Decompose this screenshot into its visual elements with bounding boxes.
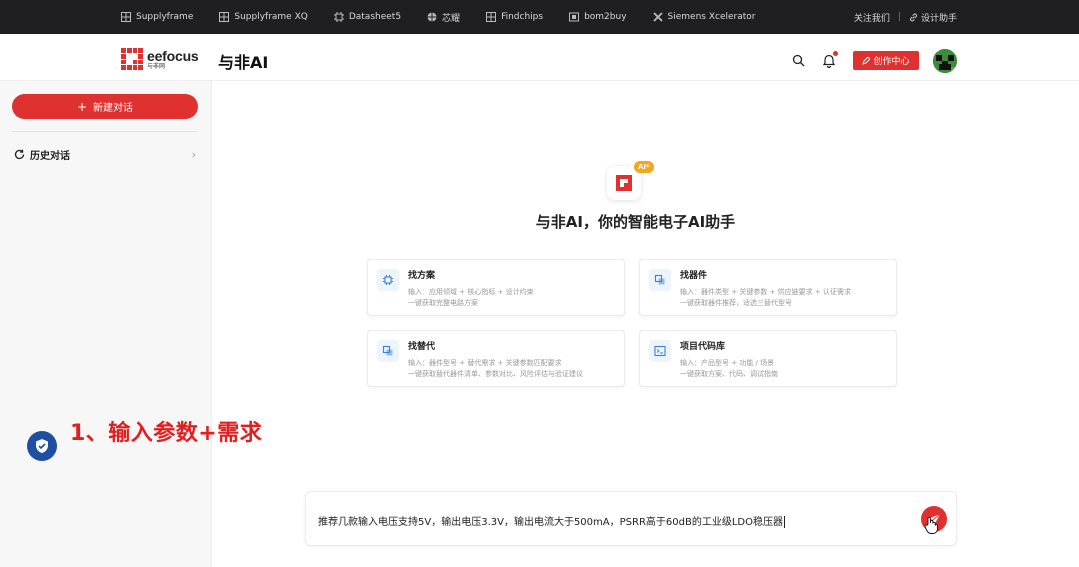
card-find-component[interactable]: 找器件 输入：器件类型 + 关键参数 + 供应链要求 + 认证需求 一键获取器件… xyxy=(639,259,897,316)
shield-check-icon xyxy=(36,439,48,453)
contact-link[interactable]: 关注我们 xyxy=(854,11,890,24)
step-annotation: 1、输入参数+需求 xyxy=(70,421,263,446)
search-icon[interactable] xyxy=(792,54,805,67)
card-desc: 输入：器件类型 + 关键参数 + 供应链要求 + 认证需求 xyxy=(680,288,851,296)
top-link-label: 芯耀 xyxy=(442,13,461,24)
card-desc: 输入：产品型号 + 功能 / 场景 xyxy=(680,359,775,367)
assistant-label: 设计助手 xyxy=(920,13,957,24)
card-desc: 一键获取替代器件清单、参数对比、风险评估与验证建议 xyxy=(408,370,583,378)
globe-icon xyxy=(427,12,437,22)
chevron-right-icon: › xyxy=(191,148,196,161)
top-nav-bar: Supplyframe Supplyframe XQ Datasheet5 芯耀… xyxy=(0,0,1079,34)
chip-icon xyxy=(333,12,344,22)
hero-title: 与非AI，你的智能电子AI助手 xyxy=(0,211,1079,232)
card-title: 找替代 xyxy=(408,342,436,352)
grid-icon xyxy=(486,12,497,22)
sidebar-divider xyxy=(12,131,198,132)
chat-input-box[interactable]: 推荐几款输入电压支持5V，输出电压3.3V，输出电流大于500mA，PSRR高于… xyxy=(305,491,957,546)
terminal-icon xyxy=(654,345,666,357)
top-link-label: Findchips xyxy=(501,12,544,22)
top-link-datasheet5[interactable]: Datasheet5 xyxy=(333,12,402,22)
create-center-label: 创作中心 xyxy=(873,57,910,67)
chat-input[interactable]: 推荐几款输入电压支持5V，输出电压3.3V，输出电流大于500mA，PSRR高于… xyxy=(318,513,785,528)
copy-icon xyxy=(654,274,665,285)
logo-text-en: eefocus xyxy=(147,47,199,64)
grid-icon xyxy=(219,12,230,22)
card-find-alternative[interactable]: 找替代 输入：器件型号 + 替代需求 + 关键参数匹配要求 一键获取替代器件清单… xyxy=(367,330,625,387)
card-desc: 输入：器件型号 + 替代需求 + 关键参数匹配要求 xyxy=(408,359,562,367)
grid-icon xyxy=(121,12,131,22)
new-chat-button[interactable]: + 新建对话 xyxy=(12,94,198,119)
card-icon xyxy=(377,340,399,362)
top-link-label: bom2buy xyxy=(584,12,627,22)
shield-button[interactable] xyxy=(27,431,57,461)
box-icon xyxy=(569,12,580,22)
top-link-label: Datasheet5 xyxy=(348,12,402,22)
card-desc: 一键获取方案、代码、调试指南 xyxy=(680,370,778,378)
assistant-link[interactable]: 设计助手 xyxy=(909,11,957,24)
card-icon xyxy=(649,269,671,291)
top-nav-links: Supplyframe Supplyframe XQ Datasheet5 芯耀… xyxy=(121,0,755,34)
avatar-image xyxy=(933,49,957,73)
top-link-supplyframe[interactable]: Supplyframe xyxy=(121,12,193,22)
logo-mark-icon xyxy=(616,175,632,191)
card-title: 找方案 xyxy=(408,271,436,281)
plus-icon: + xyxy=(76,99,88,114)
logo-mark-icon xyxy=(121,48,143,70)
top-link-xinyao[interactable]: 芯耀 xyxy=(427,11,460,24)
card-icon xyxy=(649,340,671,362)
card-find-solution[interactable]: 找方案 输入：应用领域 + 核心指标 + 设计约束 一键获取完整电路方案 xyxy=(367,259,625,316)
link-icon xyxy=(910,13,917,21)
new-chat-label: 新建对话 xyxy=(93,103,134,114)
top-link-label: Supplyframe XQ xyxy=(234,12,308,22)
ai-badge: AI* xyxy=(634,161,654,173)
chip-icon xyxy=(383,275,393,285)
notification-dot xyxy=(833,51,838,56)
top-link-siemens[interactable]: Siemens Xcelerator xyxy=(652,12,756,22)
card-title: 项目代码库 xyxy=(680,342,726,352)
history-section[interactable]: 历史对话 › xyxy=(14,147,196,162)
top-link-label: Siemens Xcelerator xyxy=(667,12,756,22)
card-title: 找器件 xyxy=(680,271,708,281)
text-caret xyxy=(783,516,785,528)
top-link-label: Supplyframe xyxy=(136,12,194,22)
hand-cursor-icon xyxy=(924,516,938,534)
history-label: 历史对话 xyxy=(30,151,70,162)
top-link-bom2buy[interactable]: bom2buy xyxy=(569,12,627,22)
logo-text-cn: 与非网 xyxy=(147,62,166,70)
sidebar: + 新建对话 历史对话 › xyxy=(0,81,212,567)
copy-icon xyxy=(382,345,393,356)
top-link-supplyframe-xq[interactable]: Supplyframe XQ xyxy=(219,12,308,22)
logo-text: eefocus 与非网 xyxy=(147,49,199,70)
create-center-button[interactable]: 创作中心 xyxy=(853,51,919,70)
avatar[interactable] xyxy=(933,49,957,73)
card-desc: 输入：应用领域 + 核心指标 + 设计约束 xyxy=(408,288,534,296)
separator: | xyxy=(897,12,901,22)
top-nav-right: 关注我们 | 设计助手 xyxy=(854,0,957,34)
pen-icon xyxy=(862,56,871,65)
top-link-findchips[interactable]: Findchips xyxy=(486,12,543,22)
eefocus-logo[interactable]: eefocus 与非网 xyxy=(121,48,199,70)
history-icon xyxy=(14,149,25,160)
card-desc: 一键获取完整电路方案 xyxy=(408,299,478,307)
x-icon xyxy=(652,12,663,22)
card-desc: 一键获取器件推荐，适选三替代型号 xyxy=(680,299,792,307)
hero-title-text: 与非AI，你的智能电子AI助手 xyxy=(535,213,736,231)
page-title: 与非AI xyxy=(218,53,269,72)
chat-input-value: 推荐几款输入电压支持5V，输出电压3.3V，输出电流大于500mA，PSRR高于… xyxy=(318,517,783,528)
card-icon xyxy=(377,269,399,291)
card-project-code[interactable]: 项目代码库 输入：产品型号 + 功能 / 场景 一键获取方案、代码、调试指南 xyxy=(639,330,897,387)
